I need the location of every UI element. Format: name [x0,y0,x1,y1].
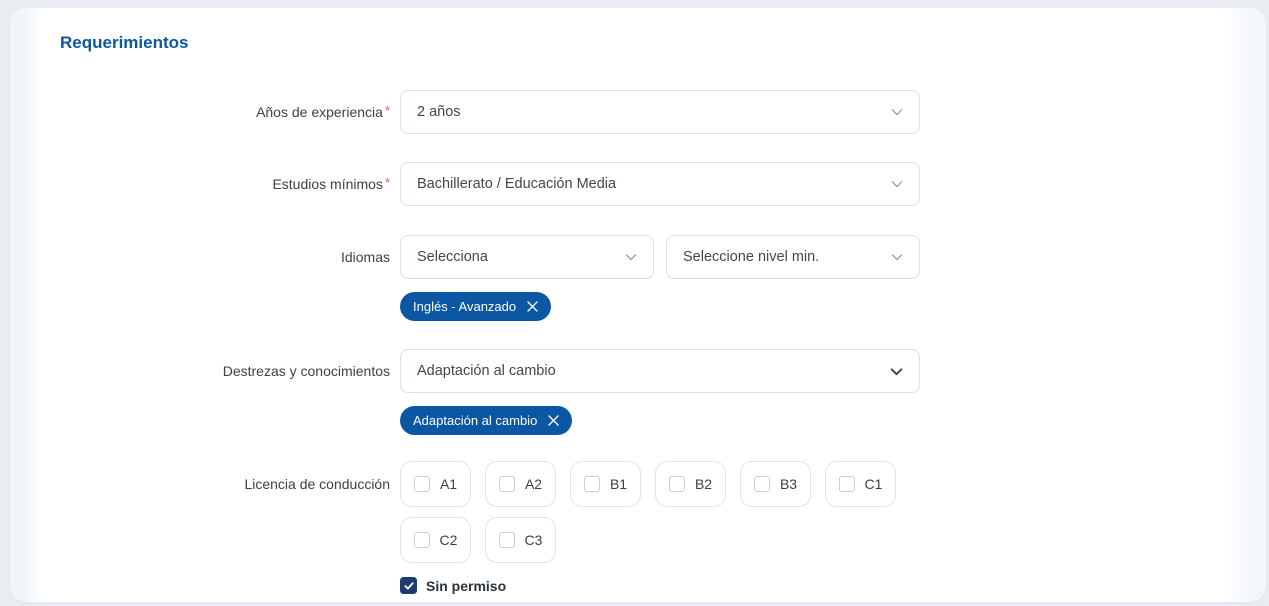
checkbox-icon [669,476,685,492]
experience-select[interactable]: 2 años [400,90,920,134]
skill-tag: Adaptación al cambio [400,406,572,435]
required-asterisk: * [385,175,390,190]
license-option-b1[interactable]: B1 [570,461,641,507]
remove-tag-icon[interactable] [525,299,540,314]
requirements-card: Requerimientos Años de experiencia* 2 añ… [10,8,1266,602]
language-level-placeholder: Seleccione nivel min. [683,249,819,265]
education-select[interactable]: Bachillerato / Educación Media [400,162,920,206]
license-options-row-1: A1 A2 B1 B2 B3 [400,461,896,507]
checkbox-icon [414,476,430,492]
experience-row: Años de experiencia* 2 años [10,90,1266,134]
required-asterisk: * [385,103,390,118]
experience-label: Años de experiencia* [10,103,400,122]
checkbox-icon [414,532,430,548]
checkbox-icon [839,476,855,492]
skill-tag-label: Adaptación al cambio [413,406,537,435]
license-option-c3[interactable]: C3 [485,517,556,563]
no-permit-label: Sin permiso [426,578,506,594]
skills-label: Destrezas y conocimientos [10,362,400,380]
education-row: Estudios mínimos* Bachillerato / Educaci… [10,162,1266,206]
skills-row: Destrezas y conocimientos Adaptación al … [10,349,1266,393]
education-label: Estudios mínimos* [10,175,400,194]
language-tag: Inglés - Avanzado [400,292,551,321]
license-option-b3[interactable]: B3 [740,461,811,507]
checkbox-icon [754,476,770,492]
license-row: Licencia de conducción A1 A2 B1 B2 [10,461,1266,507]
language-select[interactable]: Selecciona [400,235,654,279]
skills-value: Adaptación al cambio [417,363,556,379]
section-title: Requerimientos [60,32,1266,54]
skills-tags: Adaptación al cambio [400,406,1266,435]
checkbox-icon [499,532,515,548]
chevron-down-icon [889,104,905,120]
checkbox-icon [499,476,515,492]
license-option-b2[interactable]: B2 [655,461,726,507]
license-option-c2[interactable]: C2 [400,517,471,563]
skills-select[interactable]: Adaptación al cambio [400,349,920,393]
chevron-down-icon [889,249,905,265]
language-tags: Inglés - Avanzado [400,292,1266,321]
chevron-down-icon [888,363,905,380]
chevron-down-icon [623,249,639,265]
license-options-row-2: C2 C3 [400,517,1266,563]
language-placeholder: Selecciona [417,249,488,265]
experience-value: 2 años [417,104,461,120]
requirements-form: Años de experiencia* 2 años Estudios mín… [10,90,1266,594]
license-label: Licencia de conducción [10,475,400,493]
languages-row: Idiomas Selecciona Seleccione nivel min. [10,235,1266,279]
languages-label: Idiomas [10,248,400,266]
checked-checkbox-icon[interactable] [400,577,417,594]
language-tag-label: Inglés - Avanzado [413,292,516,321]
license-option-a2[interactable]: A2 [485,461,556,507]
checkbox-icon [584,476,600,492]
license-option-c1[interactable]: C1 [825,461,896,507]
education-value: Bachillerato / Educación Media [417,176,616,192]
remove-tag-icon[interactable] [546,413,561,428]
no-permit-checkbox-row[interactable]: Sin permiso [400,577,1266,594]
language-level-select[interactable]: Seleccione nivel min. [666,235,920,279]
chevron-down-icon [889,176,905,192]
license-option-a1[interactable]: A1 [400,461,471,507]
